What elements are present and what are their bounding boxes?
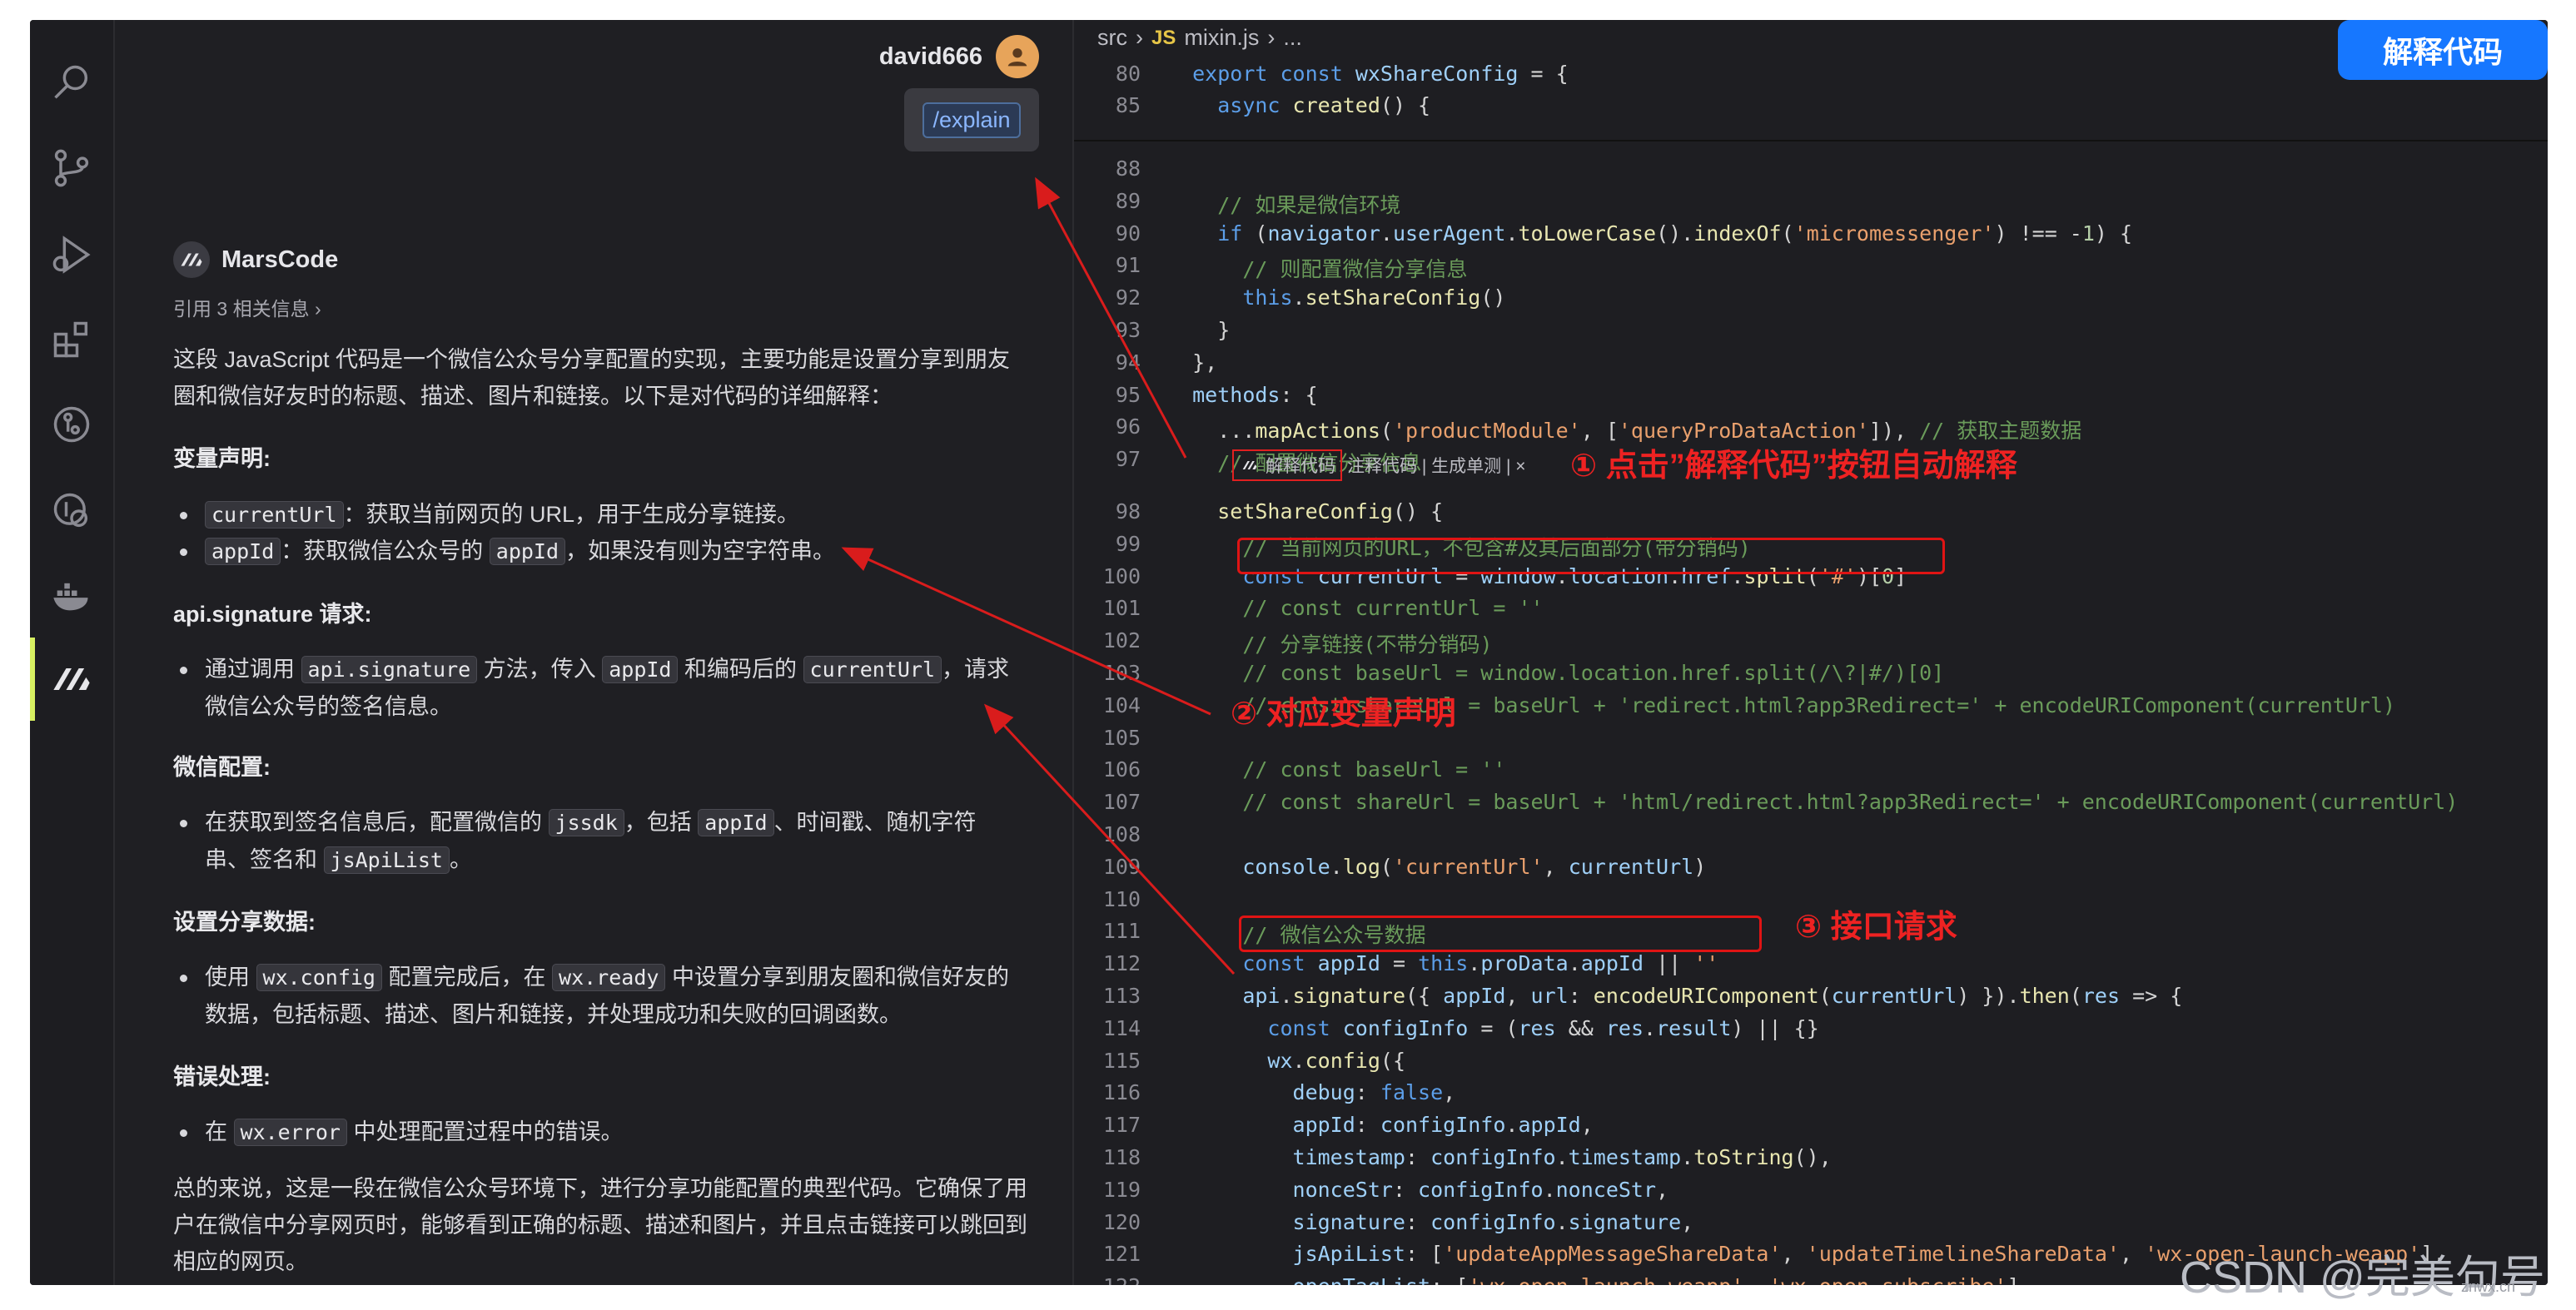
arrow-to-variables bbox=[841, 547, 1211, 716]
watermark-small: znwx.cn bbox=[2461, 1278, 2516, 1295]
arrow-to-explain-command bbox=[1035, 176, 1187, 459]
watermark: CSDN @完美句号 bbox=[2180, 1253, 2545, 1303]
annotation-arrows bbox=[841, 176, 1236, 975]
arrow-to-signature bbox=[983, 703, 1236, 975]
